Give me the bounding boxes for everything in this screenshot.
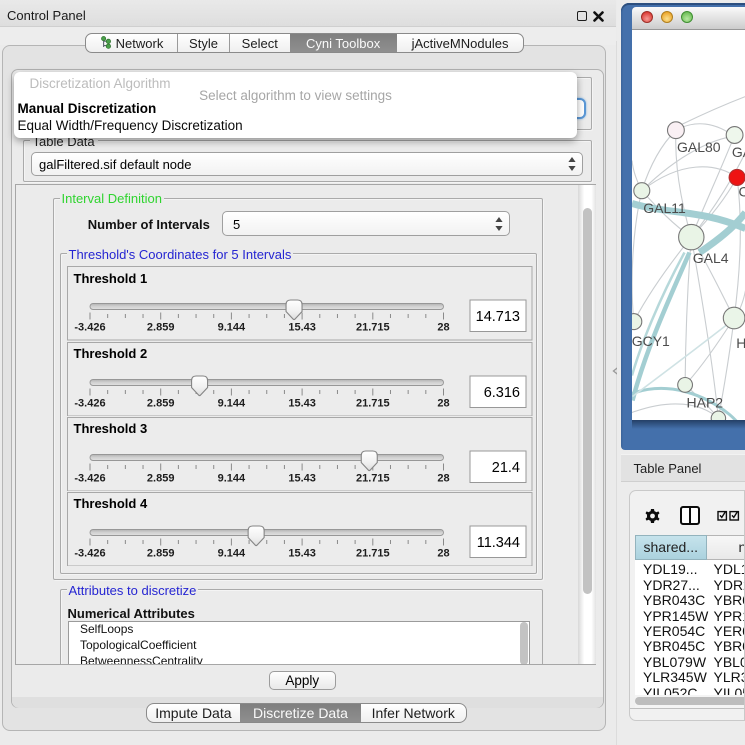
svg-text:GCY1: GCY1 — [632, 333, 670, 349]
svg-text:-3.426: -3.426 — [74, 547, 105, 559]
svg-text:28: 28 — [437, 397, 449, 409]
svg-text:21.715: 21.715 — [356, 397, 390, 409]
svg-text:6.316: 6.316 — [484, 385, 520, 401]
svg-text:21.715: 21.715 — [356, 472, 390, 484]
svg-text:15.43: 15.43 — [288, 472, 316, 484]
svg-text:2.859: 2.859 — [147, 547, 175, 559]
svg-text:2.859: 2.859 — [147, 322, 175, 334]
svg-text:15.43: 15.43 — [288, 397, 316, 409]
svg-text:GAL11: GAL11 — [643, 200, 686, 216]
svg-text:-3.426: -3.426 — [74, 322, 105, 334]
svg-text:2.859: 2.859 — [147, 397, 175, 409]
svg-text:2.859: 2.859 — [147, 472, 175, 484]
svg-text:GAL4: GAL4 — [692, 250, 728, 266]
svg-text:9.144: 9.144 — [218, 322, 246, 334]
svg-text:15.43: 15.43 — [288, 322, 316, 334]
svg-text:21.715: 21.715 — [356, 547, 390, 559]
svg-text:28: 28 — [437, 472, 449, 484]
svg-text:21.4: 21.4 — [492, 460, 520, 476]
svg-text:21.715: 21.715 — [356, 322, 390, 334]
svg-text:15.43: 15.43 — [288, 547, 316, 559]
svg-text:11.344: 11.344 — [477, 535, 520, 551]
svg-text:14.713: 14.713 — [476, 309, 520, 325]
svg-text:CA: CA — [738, 183, 745, 199]
svg-text:28: 28 — [437, 547, 449, 559]
svg-text:-3.426: -3.426 — [74, 472, 105, 484]
svg-text:9.144: 9.144 — [218, 547, 246, 559]
svg-text:H: H — [736, 335, 745, 351]
svg-text:-3.426: -3.426 — [74, 397, 105, 409]
svg-text:GA: GA — [731, 144, 745, 160]
svg-text:GAL80: GAL80 — [677, 139, 721, 155]
svg-text:28: 28 — [437, 322, 449, 334]
svg-text:9.144: 9.144 — [218, 397, 246, 409]
svg-text:HAP2: HAP2 — [686, 394, 723, 410]
svg-text:9.144: 9.144 — [218, 472, 246, 484]
